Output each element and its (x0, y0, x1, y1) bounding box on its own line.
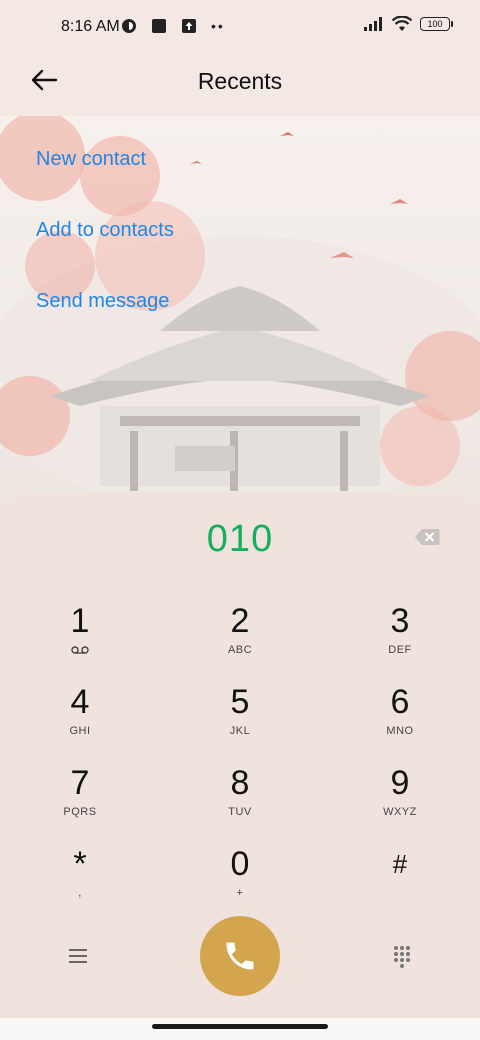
page-title: Recents (197, 68, 283, 94)
key-digit: 6 (390, 683, 410, 721)
key-digit: 5 (230, 683, 250, 721)
key-digit: 0 (230, 845, 250, 883)
signal-icon (364, 17, 382, 31)
status-bar: 8:16 AM •• 100 (0, 0, 480, 56)
home-indicator[interactable] (152, 1024, 328, 1029)
dialer-bottom-row (0, 916, 480, 996)
key-letters: DEF (388, 644, 412, 656)
key-digit: * (73, 845, 87, 883)
call-button[interactable] (200, 916, 280, 996)
key-1[interactable]: 1 (20, 602, 140, 674)
key-6[interactable]: 6 MNO (340, 683, 460, 755)
system-nav-bar (0, 1018, 480, 1040)
add-to-contacts-link[interactable]: Add to contacts (36, 219, 174, 242)
key-digit: 3 (390, 602, 410, 640)
status-time: 8:16 AM (61, 18, 120, 35)
dialed-number: 010 (206, 518, 274, 560)
key-digit: 1 (70, 602, 90, 640)
key-letters: GHI (69, 725, 91, 737)
key-5[interactable]: 5 JKL (180, 683, 300, 755)
key-letters: WXYZ (383, 806, 417, 818)
wifi-icon (392, 16, 412, 31)
key-0[interactable]: 0 + (180, 845, 300, 917)
key-letters: JKL (229, 725, 251, 737)
key-2[interactable]: 2 ABC (180, 602, 300, 674)
key-digit: 7 (70, 764, 90, 802)
temple-illustration (0, 116, 480, 516)
backspace-button[interactable] (414, 528, 440, 546)
key-digit: 8 (230, 764, 250, 802)
new-contact-link[interactable]: New contact (36, 148, 146, 171)
key-4[interactable]: 4 GHI (20, 683, 140, 755)
key-letters: PQRS (63, 806, 97, 818)
dialer-panel: 010 1 2 ABC 3 DEF 4 GHI 5 JKL 6 MNO 7 PQ… (0, 492, 480, 1040)
menu-icon[interactable] (66, 946, 90, 966)
key-star[interactable]: * , (20, 845, 140, 917)
upload-icon (182, 19, 196, 33)
notification-icons: •• (121, 18, 225, 34)
key-9[interactable]: 9 WXYZ (340, 764, 460, 836)
key-3[interactable]: 3 DEF (340, 602, 460, 674)
key-letters: , (78, 887, 82, 899)
key-letters: ABC (227, 644, 253, 656)
key-letters: + (236, 887, 244, 899)
key-hash[interactable]: # (340, 845, 460, 917)
key-digit: 9 (390, 764, 410, 802)
battery-icon: 100 (420, 17, 453, 31)
key-letters: TUV (228, 806, 252, 818)
background-artwork: New contact Add to contacts Send message (0, 116, 480, 516)
dialpad-icon[interactable] (390, 944, 414, 968)
key-letters: MNO (386, 725, 414, 737)
send-message-link[interactable]: Send message (36, 290, 169, 313)
system-icons: 100 (364, 16, 453, 32)
battery-level: 100 (427, 19, 443, 29)
key-digit: 2 (230, 602, 250, 640)
key-digit: 4 (70, 683, 90, 721)
key-digit: # (392, 849, 408, 879)
mi-icon (122, 19, 136, 33)
key-8[interactable]: 8 TUV (180, 764, 300, 836)
app-header: Recents (0, 56, 480, 116)
phone-icon (226, 942, 254, 970)
square-app-icon (152, 19, 166, 33)
voicemail-icon (71, 646, 89, 654)
key-7[interactable]: 7 PQRS (20, 764, 140, 836)
more-dots-icon: •• (211, 18, 225, 34)
